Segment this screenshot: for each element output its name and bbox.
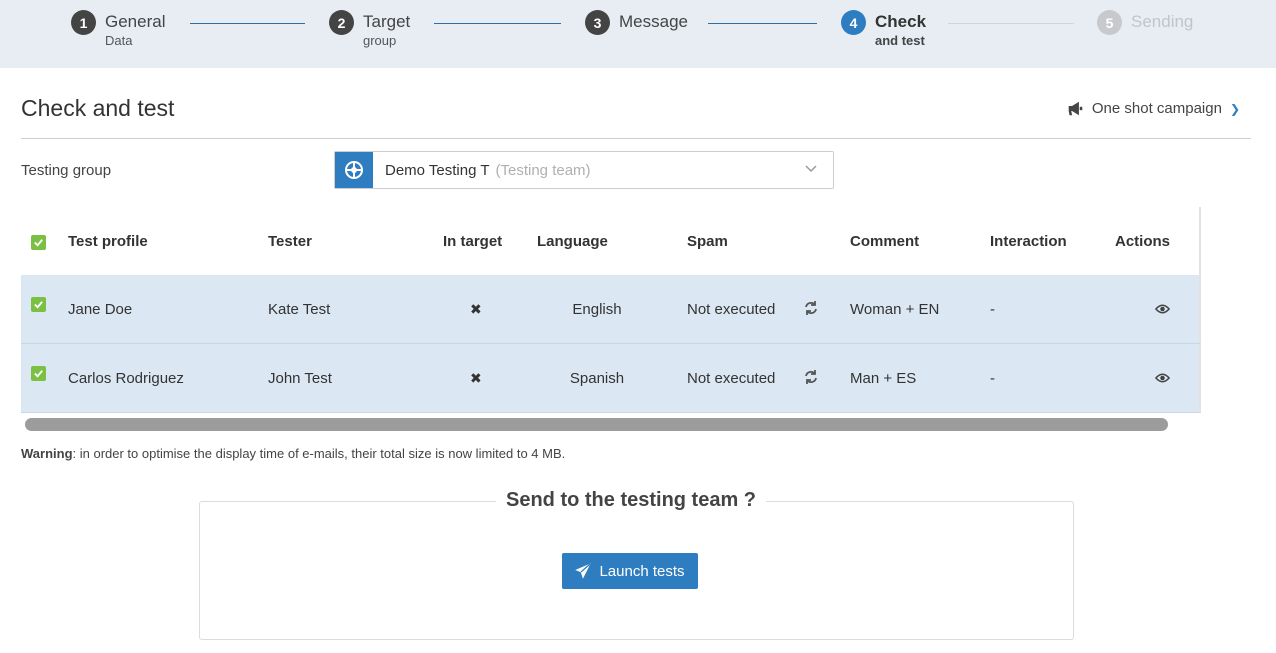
step-connector	[948, 23, 1074, 24]
campaign-type-label: One shot campaign	[1091, 100, 1222, 117]
step-title: Check	[875, 12, 927, 31]
step-sending: 5 Sending	[1097, 10, 1193, 35]
refresh-icon[interactable]	[803, 369, 819, 389]
step-general[interactable]: 1 General Data	[71, 10, 165, 47]
step-number: 4	[841, 10, 866, 35]
warning-text: : in order to optimise the display time …	[72, 446, 566, 461]
cross-icon: ✖	[470, 301, 482, 317]
launch-tests-button[interactable]: Launch tests	[562, 553, 698, 589]
step-title: Target	[363, 12, 411, 31]
step-subtitle: Data	[105, 33, 133, 48]
cell-comment: Man + ES	[850, 370, 917, 387]
step-message[interactable]: 3 Message	[585, 10, 688, 35]
launch-tests-label: Launch tests	[599, 562, 685, 580]
send-to-testing-team-panel: Send to the testing team ? Launch tests	[199, 489, 1074, 640]
cell-tester: John Test	[268, 370, 332, 387]
select-all-checkbox[interactable]	[31, 235, 46, 250]
column-header-interaction[interactable]: Interaction	[990, 233, 1067, 250]
target-icon	[335, 152, 373, 188]
table-row[interactable]: Carlos Rodriguez John Test ✖ Spanish Not…	[21, 344, 1201, 413]
testing-group-value: Demo Testing T	[385, 161, 490, 179]
eye-icon[interactable]	[1154, 302, 1171, 319]
column-header-language[interactable]: Language	[537, 233, 608, 250]
campaign-type-dropdown[interactable]: One shot campaign ❯	[1067, 100, 1240, 117]
horizontal-scrollbar[interactable]	[25, 418, 1168, 431]
size-warning: Warning: in order to optimise the displa…	[21, 446, 565, 461]
step-number: 2	[329, 10, 354, 35]
cell-spam: Not executed	[687, 370, 776, 387]
refresh-icon[interactable]	[803, 300, 819, 320]
row-checkbox[interactable]	[31, 297, 46, 312]
column-header-test-profile[interactable]: Test profile	[68, 233, 148, 250]
step-number: 5	[1097, 10, 1122, 35]
column-header-spam[interactable]: Spam	[687, 233, 728, 250]
step-connector	[434, 23, 561, 24]
warning-label: Warning	[21, 446, 73, 461]
cell-test-profile: Carlos Rodriguez	[68, 370, 184, 387]
chevron-down-icon	[805, 162, 817, 176]
testing-group-type: (Testing team)	[495, 161, 591, 179]
cross-icon: ✖	[470, 370, 482, 386]
step-number: 1	[71, 10, 96, 35]
table-header: Test profile Tester In target Language S…	[21, 207, 1201, 275]
chevron-down-icon: ❯	[1229, 101, 1240, 116]
eye-icon[interactable]	[1154, 371, 1171, 388]
cell-language: English	[572, 301, 622, 318]
step-subtitle: group	[363, 33, 397, 48]
step-title: Sending	[1131, 12, 1194, 31]
cell-interaction: -	[990, 301, 995, 318]
page-title: Check and test	[21, 95, 175, 121]
step-subtitle: and test	[875, 33, 925, 48]
step-title: General	[105, 12, 166, 31]
step-check-and-test[interactable]: 4 Check and test	[841, 10, 926, 47]
wizard-stepper: 1 General Data 2 Target group 3 Message …	[0, 0, 1276, 68]
table-row[interactable]: Jane Doe Kate Test ✖ English Not execute…	[21, 275, 1201, 344]
test-profiles-table: Test profile Tester In target Language S…	[21, 207, 1201, 413]
cell-interaction: -	[990, 370, 995, 387]
row-checkbox[interactable]	[31, 366, 46, 381]
megaphone-icon	[1068, 101, 1083, 116]
send-panel-title: Send to the testing team ?	[496, 489, 767, 512]
cell-tester: Kate Test	[268, 301, 331, 318]
column-header-comment[interactable]: Comment	[850, 233, 919, 250]
cell-comment: Woman + EN	[850, 301, 940, 318]
column-header-tester[interactable]: Tester	[268, 233, 312, 250]
paper-plane-icon	[575, 563, 592, 579]
step-connector	[708, 23, 817, 24]
cell-spam: Not executed	[687, 301, 776, 318]
testing-group-label: Testing group	[21, 162, 112, 179]
column-header-actions: Actions	[1115, 233, 1171, 250]
cell-test-profile: Jane Doe	[68, 301, 133, 318]
step-number: 3	[585, 10, 610, 35]
column-header-in-target[interactable]: In target	[443, 233, 502, 250]
step-title: Message	[619, 12, 688, 31]
divider	[21, 138, 1251, 139]
step-target-group[interactable]: 2 Target group	[329, 10, 410, 47]
cell-language: Spanish	[569, 370, 625, 387]
step-connector	[190, 23, 305, 24]
testing-group-select[interactable]: Demo Testing T (Testing team)	[334, 151, 834, 189]
